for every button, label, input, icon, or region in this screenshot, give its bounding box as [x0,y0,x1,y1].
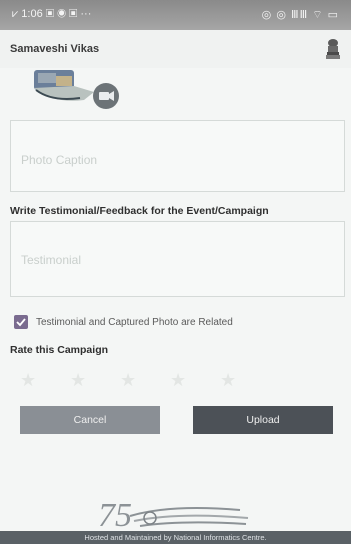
star-icon[interactable]: ★ [20,370,36,391]
footer-bar: Hosted and Maintained by National Inform… [0,531,351,544]
svg-text:75: 75 [98,497,132,532]
related-checkbox[interactable] [14,315,28,329]
checkmark-icon [16,318,26,327]
star-icon[interactable]: ★ [170,370,186,391]
app-header: Samaveshi Vikas [0,30,351,68]
testimonial-field[interactable]: Testimonial [10,221,345,297]
signal-icon: ⩗ [12,8,19,20]
footer-text: Hosted and Maintained by National Inform… [84,533,267,542]
national-emblem-icon [326,39,340,59]
star-icon[interactable]: ★ [120,370,136,391]
testimonial-section-label: Write Testimonial/Feedback for the Event… [10,205,269,217]
rating-section-label: Rate this Campaign [10,344,109,356]
related-photo-checkbox-row[interactable]: Testimonial and Captured Photo are Relat… [14,314,344,332]
status-icons: ◎ ◎ ⅢⅢ ⌔ ▭ [261,9,339,21]
status-bar: ⩗ 1:06 ▣ ◉ ▣ ··· ◎ ◎ ⅢⅢ ⌔ ▭ [0,0,351,30]
photo-caption-field[interactable]: Photo Caption [10,120,345,192]
captured-photo-thumbnail[interactable] [34,68,120,110]
star-icon[interactable]: ★ [220,370,236,391]
video-camera-icon [93,83,119,109]
photo-caption-placeholder: Photo Caption [21,153,98,167]
testimonial-placeholder: Testimonial [21,253,82,267]
app-title: Samaveshi Vikas [10,43,100,55]
amrit-mahotsav-75-logo: 75 [98,497,249,532]
upload-button[interactable]: Upload [193,406,333,434]
notification-icons: ▣ ◉ ▣ ··· [45,8,92,20]
cancel-button[interactable]: Cancel [20,406,160,434]
related-checkbox-label: Testimonial and Captured Photo are Relat… [36,317,233,328]
status-time: 1:06 [21,8,43,20]
star-icon[interactable]: ★ [70,370,86,391]
star-rating[interactable]: ★ ★ ★ ★ ★ [14,370,274,390]
status-left: ⩗ 1:06 ▣ ◉ ▣ ··· [12,8,91,21]
